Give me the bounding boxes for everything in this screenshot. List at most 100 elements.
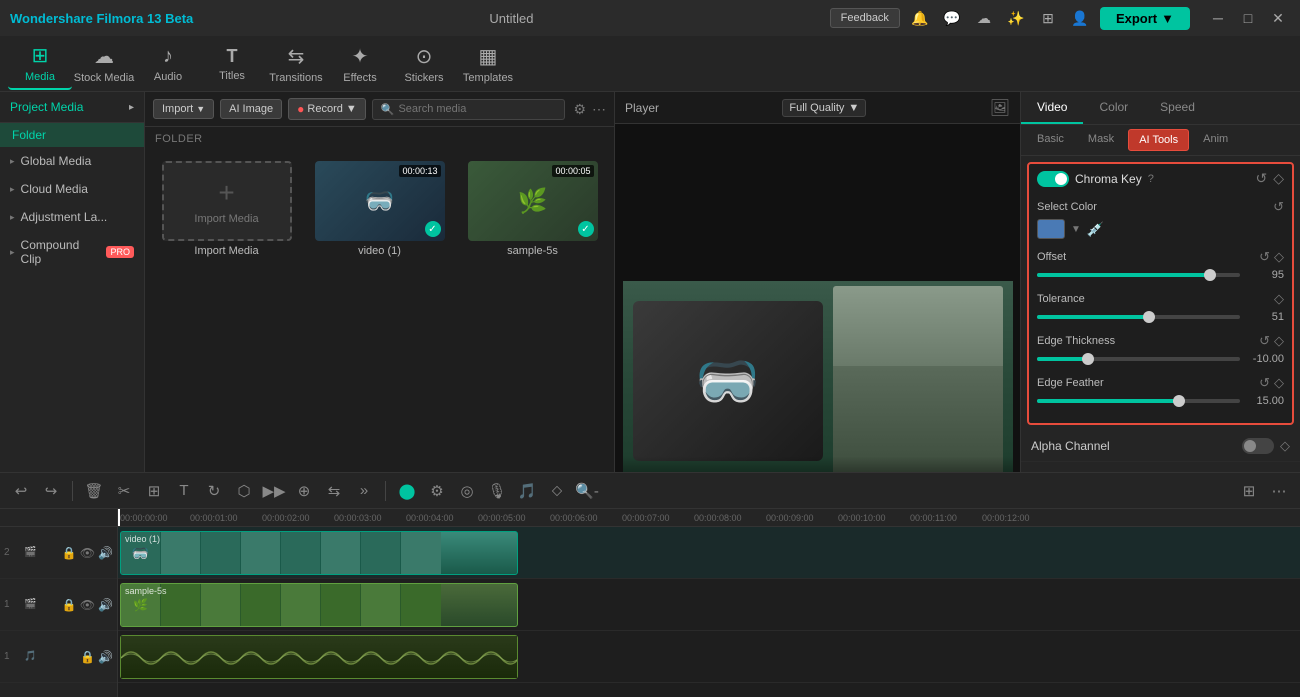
cloud-icon[interactable]: ☁ <box>972 6 996 30</box>
track-v1-row[interactable]: 🌿 sample-5s <box>118 579 1300 631</box>
nav-item-stickers[interactable]: ⊙ Stickers <box>392 38 456 90</box>
edge-feather-thumb[interactable] <box>1173 395 1185 407</box>
edge-thickness-slider[interactable] <box>1037 357 1240 361</box>
nav-item-effects[interactable]: ✦ Effects <box>328 38 392 90</box>
track-v1-audio-icon[interactable]: 🔊 <box>98 598 113 612</box>
grid-icon[interactable]: ⊞ <box>1036 6 1060 30</box>
import-media-thumb[interactable]: + Import Media <box>162 161 292 241</box>
collapse-icon[interactable]: ▸ <box>129 102 134 113</box>
chroma-key-toggle[interactable] <box>1037 171 1069 187</box>
chroma-key-help-icon[interactable]: ? <box>1148 173 1154 185</box>
chroma-key-diamond-icon[interactable]: ◇ <box>1273 170 1284 187</box>
nav-item-templates[interactable]: ▦ Templates <box>456 38 520 90</box>
crop-tool-icon[interactable]: ⊞ <box>141 478 167 504</box>
markers-icon[interactable]: ⬦ <box>544 478 570 504</box>
color-swatch[interactable] <box>1037 219 1065 239</box>
sidebar-item-adjustment[interactable]: ▸ Adjustment La... <box>0 203 144 231</box>
record-timeline-icon[interactable]: ⬤ <box>394 478 420 504</box>
offset-slider[interactable] <box>1037 273 1240 277</box>
motion-icon[interactable]: ◎ <box>454 478 480 504</box>
track-a1-lock-icon[interactable]: 🔒 <box>80 650 95 664</box>
voice-icon[interactable]: 🎙 <box>484 478 510 504</box>
tolerance-slider[interactable] <box>1037 315 1240 319</box>
effects-icon[interactable]: ✨ <box>1004 6 1028 30</box>
edge-thickness-reset-icon[interactable]: ↺ <box>1259 333 1270 349</box>
sidebar-item-compound[interactable]: ▸ Compound Clip PRO <box>0 231 144 273</box>
redo-icon[interactable]: ↪ <box>38 478 64 504</box>
cut-tool-icon[interactable]: ✂ <box>111 478 137 504</box>
notification-icon[interactable]: 🔔 <box>908 6 932 30</box>
nav-item-media[interactable]: ⊞ Media <box>8 38 72 90</box>
tab-video[interactable]: Video <box>1021 92 1083 124</box>
text-tool-icon[interactable]: T <box>171 478 197 504</box>
sample-thumb[interactable]: 🌿 00:00:05 ✓ <box>468 161 598 241</box>
video1-thumb[interactable]: 🥽 00:00:13 ✓ <box>315 161 445 241</box>
sidebar-item-folder[interactable]: Folder <box>0 123 144 147</box>
track-v2-audio-icon[interactable]: 🔊 <box>98 546 113 560</box>
nav-item-stock-media[interactable]: ☁ Stock Media <box>72 38 136 90</box>
video-clip-v2[interactable]: 🥽 video (1) <box>120 531 518 575</box>
track-v1-lock-icon[interactable]: 🔒 <box>62 598 77 612</box>
video-clip-v1[interactable]: 🌿 sample-5s <box>120 583 518 627</box>
edge-thickness-thumb[interactable] <box>1082 353 1094 365</box>
stabilize-tool-icon[interactable]: ⊕ <box>291 478 317 504</box>
search-box[interactable]: 🔍 <box>372 99 566 120</box>
minimize-button[interactable]: ─ <box>1206 6 1230 30</box>
subtab-mask[interactable]: Mask <box>1078 129 1124 151</box>
timeline-content-area[interactable]: 00:00:00:00 00:00:01:00 00:00:02:00 00:0… <box>118 509 1300 697</box>
nav-item-transitions[interactable]: ⇆ Transitions <box>264 38 328 90</box>
track-v1-eye-icon[interactable]: 👁 <box>80 598 95 612</box>
alpha-channel-toggle[interactable] <box>1242 438 1274 454</box>
nav-item-audio[interactable]: ♪ Audio <box>136 38 200 90</box>
search-input[interactable] <box>398 103 556 115</box>
speed-tool-icon[interactable]: ▶▶ <box>261 478 287 504</box>
track-v2-row[interactable]: 🥽 video (1) <box>118 527 1300 579</box>
color-dropdown-icon[interactable]: ▼ <box>1071 224 1081 235</box>
more-options-icon[interactable]: ⋯ <box>592 101 606 118</box>
record-button[interactable]: ● Record ▼ <box>288 98 366 120</box>
feedback-button[interactable]: Feedback <box>830 8 900 28</box>
subtab-basic[interactable]: Basic <box>1027 129 1074 151</box>
zoom-out-icon[interactable]: 🔍- <box>574 478 600 504</box>
close-button[interactable]: ✕ <box>1266 6 1290 30</box>
tab-speed[interactable]: Speed <box>1144 92 1211 124</box>
edge-thickness-keyframe-icon[interactable]: ◇ <box>1274 333 1284 349</box>
sidebar-item-cloud-media[interactable]: ▸ Cloud Media <box>0 175 144 203</box>
offset-keyframe-icon[interactable]: ◇ <box>1274 249 1284 265</box>
tolerance-thumb[interactable] <box>1143 311 1155 323</box>
select-color-reset-icon[interactable]: ↺ <box>1273 199 1284 215</box>
transition-tool-icon[interactable]: ⇆ <box>321 478 347 504</box>
chroma-key-reset-icon[interactable]: ↺ <box>1255 170 1267 187</box>
preview-image-icon[interactable]: 🖼 <box>990 98 1010 118</box>
subtab-ai-tools[interactable]: AI Tools <box>1128 129 1189 151</box>
delete-tool-icon[interactable]: 🗑 <box>81 478 107 504</box>
effects-tool-icon[interactable]: ⬡ <box>231 478 257 504</box>
track-v2-eye-icon[interactable]: 👁 <box>80 546 95 560</box>
import-button[interactable]: Import ▼ <box>153 99 214 119</box>
sidebar-item-global-media[interactable]: ▸ Global Media <box>0 147 144 175</box>
more-tools-icon[interactable]: » <box>351 478 377 504</box>
track-a1-audio-icon[interactable]: 🔊 <box>98 650 113 664</box>
user-icon[interactable]: 👤 <box>1068 6 1092 30</box>
message-icon[interactable]: 💬 <box>940 6 964 30</box>
maximize-button[interactable]: □ <box>1236 6 1260 30</box>
edge-feather-keyframe-icon[interactable]: ◇ <box>1274 375 1284 391</box>
edge-feather-slider[interactable] <box>1037 399 1240 403</box>
eyedropper-icon[interactable]: 💉 <box>1087 221 1104 238</box>
tab-color[interactable]: Color <box>1083 92 1144 124</box>
ai-tool-icon[interactable]: ⚙ <box>424 478 450 504</box>
audio-tool-icon[interactable]: 🎵 <box>514 478 540 504</box>
edge-feather-reset-icon[interactable]: ↺ <box>1259 375 1270 391</box>
offset-thumb[interactable] <box>1204 269 1216 281</box>
undo-icon[interactable]: ↩ <box>8 478 34 504</box>
track-v2-lock-icon[interactable]: 🔒 <box>62 546 77 560</box>
subtab-anim[interactable]: Anim <box>1193 129 1238 151</box>
rotate-tool-icon[interactable]: ↻ <box>201 478 227 504</box>
export-button[interactable]: Export ▼ <box>1100 7 1190 30</box>
tolerance-keyframe-icon[interactable]: ◇ <box>1274 291 1284 307</box>
audio-clip[interactable] <box>120 635 518 679</box>
ai-image-button[interactable]: AI Image <box>220 99 282 119</box>
layout-icon[interactable]: ⊞ <box>1236 478 1262 504</box>
settings-icon[interactable]: ⋯ <box>1266 478 1292 504</box>
alpha-channel-icon[interactable]: ◇ <box>1280 438 1290 454</box>
